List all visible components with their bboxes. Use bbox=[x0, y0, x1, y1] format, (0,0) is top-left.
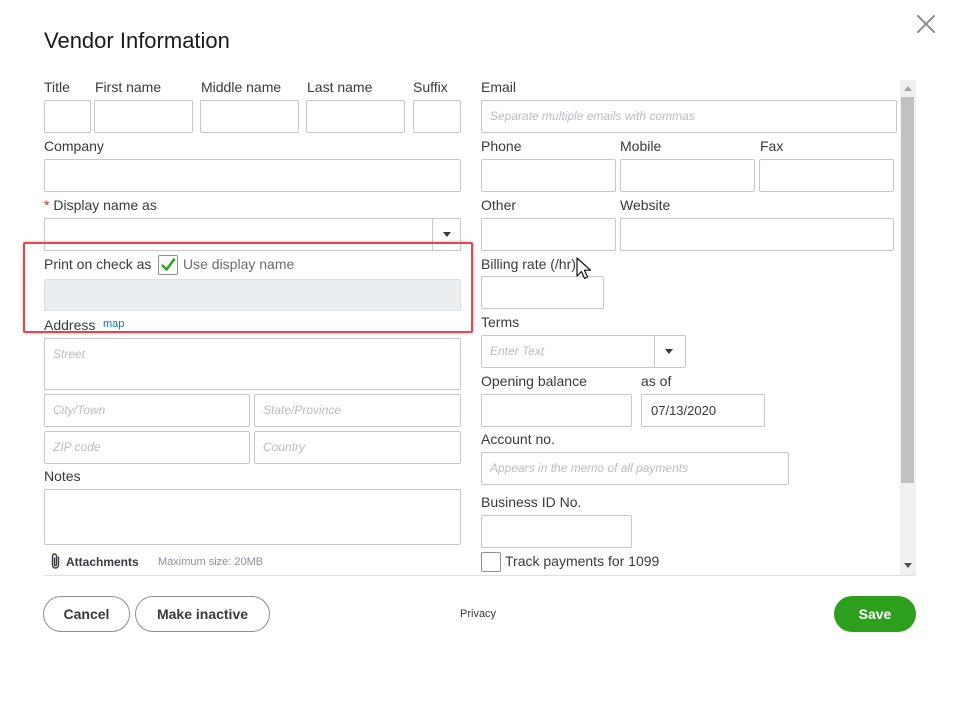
state-placeholder: State/Province bbox=[263, 403, 342, 417]
cancel-button[interactable]: Cancel bbox=[43, 596, 130, 632]
title-label: Title bbox=[44, 79, 70, 95]
billing-rate-label: Billing rate (/hr) bbox=[481, 256, 576, 272]
notes-field[interactable] bbox=[44, 489, 461, 545]
zip-field[interactable]: ZIP code bbox=[44, 431, 250, 464]
account-no-label: Account no. bbox=[481, 431, 555, 447]
pointer-cursor-icon bbox=[576, 257, 592, 286]
email-label: Email bbox=[481, 79, 517, 95]
scroll-down-icon[interactable] bbox=[904, 563, 912, 568]
company-label: Company bbox=[44, 138, 104, 154]
opening-balance-label: Opening balance bbox=[481, 373, 587, 389]
company-field[interactable] bbox=[44, 159, 461, 192]
email-field[interactable]: Separate multiple emails with commas bbox=[481, 100, 897, 133]
fax-label: Fax bbox=[760, 138, 784, 154]
display-name-label: * Display name as bbox=[44, 197, 157, 213]
close-icon[interactable] bbox=[914, 12, 938, 36]
account-no-field[interactable]: Appears in the memo of all payments bbox=[481, 452, 789, 485]
other-label: Other bbox=[481, 197, 517, 213]
country-placeholder: Country bbox=[263, 440, 306, 454]
website-label: Website bbox=[620, 197, 671, 213]
street-placeholder: Street bbox=[53, 347, 86, 361]
scroll-up-icon[interactable] bbox=[904, 86, 912, 91]
phone-label: Phone bbox=[481, 138, 522, 154]
first-name-field[interactable] bbox=[94, 100, 193, 133]
privacy-link[interactable]: Privacy bbox=[460, 608, 496, 620]
chevron-down-icon[interactable] bbox=[654, 336, 685, 367]
as-of-label: as of bbox=[641, 373, 672, 389]
as-of-date-value: 07/13/2020 bbox=[651, 403, 717, 418]
dialog-title: Vendor Information bbox=[44, 28, 230, 53]
notes-label: Notes bbox=[44, 468, 81, 484]
middle-name-label: Middle name bbox=[201, 79, 282, 95]
make-inactive-button[interactable]: Make inactive bbox=[135, 596, 270, 632]
city-placeholder: City/Town bbox=[53, 403, 106, 417]
other-field[interactable] bbox=[481, 218, 616, 251]
zip-placeholder: ZIP code bbox=[53, 440, 101, 454]
mobile-field[interactable] bbox=[620, 159, 755, 192]
suffix-field[interactable] bbox=[413, 100, 461, 133]
display-name-label-text: Display name as bbox=[53, 197, 157, 213]
country-field[interactable]: Country bbox=[254, 431, 461, 464]
fax-field[interactable] bbox=[759, 159, 894, 192]
middle-name-field[interactable] bbox=[200, 100, 299, 133]
as-of-date-field[interactable]: 07/13/2020 bbox=[641, 394, 765, 427]
attachments-link[interactable]: Attachments bbox=[66, 555, 139, 569]
business-id-label: Business ID No. bbox=[481, 494, 582, 510]
map-link[interactable]: map bbox=[103, 318, 124, 330]
title-field[interactable] bbox=[44, 100, 91, 133]
terms-select[interactable]: Enter Text bbox=[481, 335, 686, 368]
email-placeholder: Separate multiple emails with commas bbox=[490, 109, 695, 123]
mobile-label: Mobile bbox=[620, 138, 662, 154]
attachments-max-size: Maximum size: 20MB bbox=[158, 556, 264, 568]
terms-label: Terms bbox=[481, 314, 520, 330]
terms-placeholder: Enter Text bbox=[490, 344, 545, 358]
business-id-field[interactable] bbox=[481, 515, 632, 548]
last-name-field[interactable] bbox=[306, 100, 405, 133]
footer-divider bbox=[44, 575, 916, 576]
street-field[interactable]: Street bbox=[44, 338, 461, 390]
required-mark: * bbox=[44, 197, 50, 213]
paperclip-icon[interactable] bbox=[48, 552, 64, 570]
account-no-placeholder: Appears in the memo of all payments bbox=[490, 461, 689, 475]
address-label: Address bbox=[44, 317, 96, 333]
save-button[interactable]: Save bbox=[834, 596, 916, 632]
suffix-label: Suffix bbox=[413, 79, 448, 95]
track-1099-label: Track payments for 1099 bbox=[505, 553, 660, 569]
track-1099-checkbox[interactable] bbox=[481, 552, 501, 572]
website-field[interactable] bbox=[620, 218, 894, 251]
last-name-label: Last name bbox=[307, 79, 373, 95]
phone-field[interactable] bbox=[481, 159, 616, 192]
first-name-label: First name bbox=[95, 79, 162, 95]
scrollbar-thumb[interactable] bbox=[901, 97, 914, 483]
opening-balance-field[interactable] bbox=[481, 394, 632, 427]
state-field[interactable]: State/Province bbox=[254, 394, 461, 427]
city-field[interactable]: City/Town bbox=[44, 394, 250, 427]
